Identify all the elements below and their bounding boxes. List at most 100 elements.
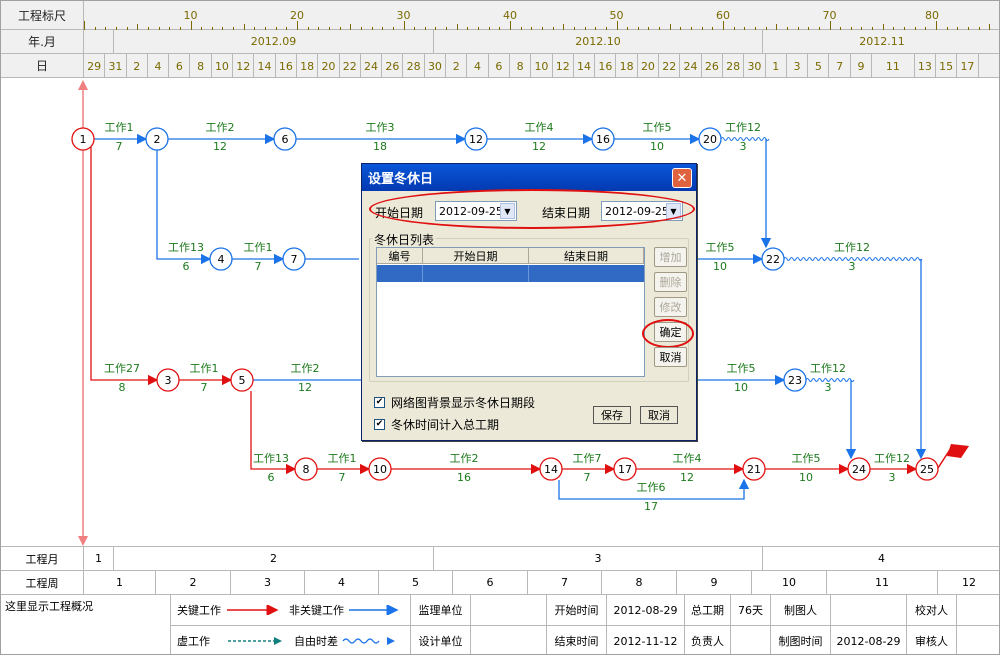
network-node[interactable]: 14 (539, 457, 563, 481)
activity-duration: 3 (740, 140, 747, 153)
day-cell: 28 (723, 54, 745, 78)
owner-label: 负责人 (685, 626, 731, 654)
activity-name: 工作2 (291, 362, 320, 375)
designer-label: 设计单位 (411, 626, 471, 654)
network-node[interactable]: 17 (613, 457, 637, 481)
col-end-date[interactable]: 结束日期 (529, 248, 644, 264)
activity-name: 工作7 (573, 452, 602, 465)
day-cell: 24 (361, 54, 383, 78)
network-node[interactable]: 24 (847, 457, 871, 481)
activity-name: 工作13 (253, 452, 289, 465)
holiday-list[interactable]: 编号 开始日期 结束日期 (376, 247, 645, 377)
svg-text:7: 7 (291, 253, 298, 266)
project-month-label: 工程月 (1, 547, 84, 571)
day-cell: 12 (233, 54, 255, 78)
svg-text:20: 20 (703, 133, 717, 146)
day-cell: 28 (404, 54, 425, 78)
day-cell: 31 (105, 54, 127, 78)
ruler-number: 30 (396, 9, 411, 22)
month-cell: 2012.09 (114, 30, 434, 53)
svg-text:5: 5 (239, 374, 246, 387)
start-time-label: 开始时间 (547, 595, 607, 626)
network-node[interactable]: 25 (915, 457, 939, 481)
close-icon[interactable]: ✕ (672, 168, 692, 188)
day-cell: 2 (127, 54, 148, 78)
day-cell: 18 (617, 54, 638, 78)
activity-arrow[interactable] (90, 147, 159, 386)
delete-button[interactable]: 删除 (654, 272, 687, 292)
background-checkbox[interactable]: ✔ (374, 397, 385, 408)
svg-text:6: 6 (282, 133, 289, 146)
cancel-button[interactable]: 取消 (654, 347, 687, 367)
activity-duration: 12 (213, 140, 227, 153)
day-cell: 3 (787, 54, 809, 78)
day-cell: 20 (638, 54, 660, 78)
col-start-date[interactable]: 开始日期 (423, 248, 529, 264)
ruler-label: 工程标尺 (1, 1, 84, 29)
network-node[interactable]: 20 (698, 127, 722, 151)
project-week: 10 (752, 571, 827, 595)
activity-duration: 6 (183, 260, 190, 273)
day-cell: 8 (191, 54, 212, 78)
modify-button[interactable]: 修改 (654, 297, 687, 317)
draw-time: 2012-08-29 (831, 626, 907, 654)
activity-name: 工作2 (206, 121, 235, 134)
activity-name: 工作4 (525, 121, 554, 134)
svg-text:23: 23 (788, 374, 802, 387)
network-node[interactable]: 23 (783, 368, 807, 392)
ruler-number: 80 (925, 9, 939, 22)
activity-duration: 10 (734, 381, 748, 394)
legend-free-float: 自由时差 (294, 635, 338, 648)
network-node[interactable]: 21 (742, 457, 766, 481)
day-cell: 15 (936, 54, 958, 78)
network-node[interactable]: 5 (230, 368, 254, 392)
activity-duration: 8 (119, 381, 126, 394)
save-button[interactable]: 保存 (593, 406, 631, 424)
designer-value (471, 626, 547, 654)
table-row[interactable] (377, 265, 644, 282)
network-node[interactable]: 2 (145, 127, 169, 151)
day-cell: 6 (489, 54, 510, 78)
project-month: 3 (434, 547, 763, 571)
day-cell: 7 (830, 54, 851, 78)
day-cell: 4 (467, 54, 489, 78)
month-cell: 2012.11 (859, 35, 905, 48)
network-node[interactable]: 8 (294, 457, 318, 481)
network-node[interactable]: 4 (209, 247, 233, 271)
project-week: 7 (528, 571, 602, 595)
legend-noncritical: 非关键工作 (289, 604, 344, 617)
reviewer-label: 审核人 (907, 626, 957, 654)
add-button[interactable]: 增加 (654, 247, 687, 267)
project-week: 2 (156, 571, 231, 595)
project-week: 8 (602, 571, 677, 595)
include-duration-checkbox[interactable]: ✔ (374, 419, 385, 430)
project-week: 1 (84, 571, 156, 595)
close-button[interactable]: 取消 (640, 406, 678, 424)
ruler-number: 10 (183, 9, 198, 22)
activity-name: 工作12 (874, 452, 910, 465)
network-plan-window: 工程标尺 10 20 30 40 50 60 70 80 年.月 2012.09 2012.1… (0, 0, 1000, 655)
activity-duration: 10 (650, 140, 664, 153)
activity-duration: 7 (116, 140, 123, 153)
network-node[interactable]: 6 (273, 127, 297, 151)
network-node[interactable]: 12 (464, 127, 488, 151)
project-week: 4 (305, 571, 379, 595)
svg-text:3: 3 (165, 374, 172, 387)
network-node[interactable]: 10 (368, 457, 392, 481)
dialog-title: 设置冬休日 (362, 164, 696, 191)
svg-text:24: 24 (852, 463, 866, 476)
network-node[interactable]: 16 (591, 127, 615, 151)
activity-name: 工作1 (190, 362, 219, 375)
svg-text:1: 1 (80, 133, 87, 146)
day-cell: 22 (659, 54, 681, 78)
day-cell: 18 (297, 54, 319, 78)
network-node[interactable]: 1 (71, 127, 95, 151)
ruler-number: 50 (609, 9, 624, 22)
network-node[interactable]: 3 (156, 368, 180, 392)
network-node[interactable]: 22 (761, 247, 785, 271)
svg-text:21: 21 (747, 463, 761, 476)
activity-name: 工作5 (727, 362, 756, 375)
network-node[interactable]: 7 (282, 247, 306, 271)
highlight-circle (369, 189, 695, 229)
col-no[interactable]: 编号 (377, 248, 423, 264)
